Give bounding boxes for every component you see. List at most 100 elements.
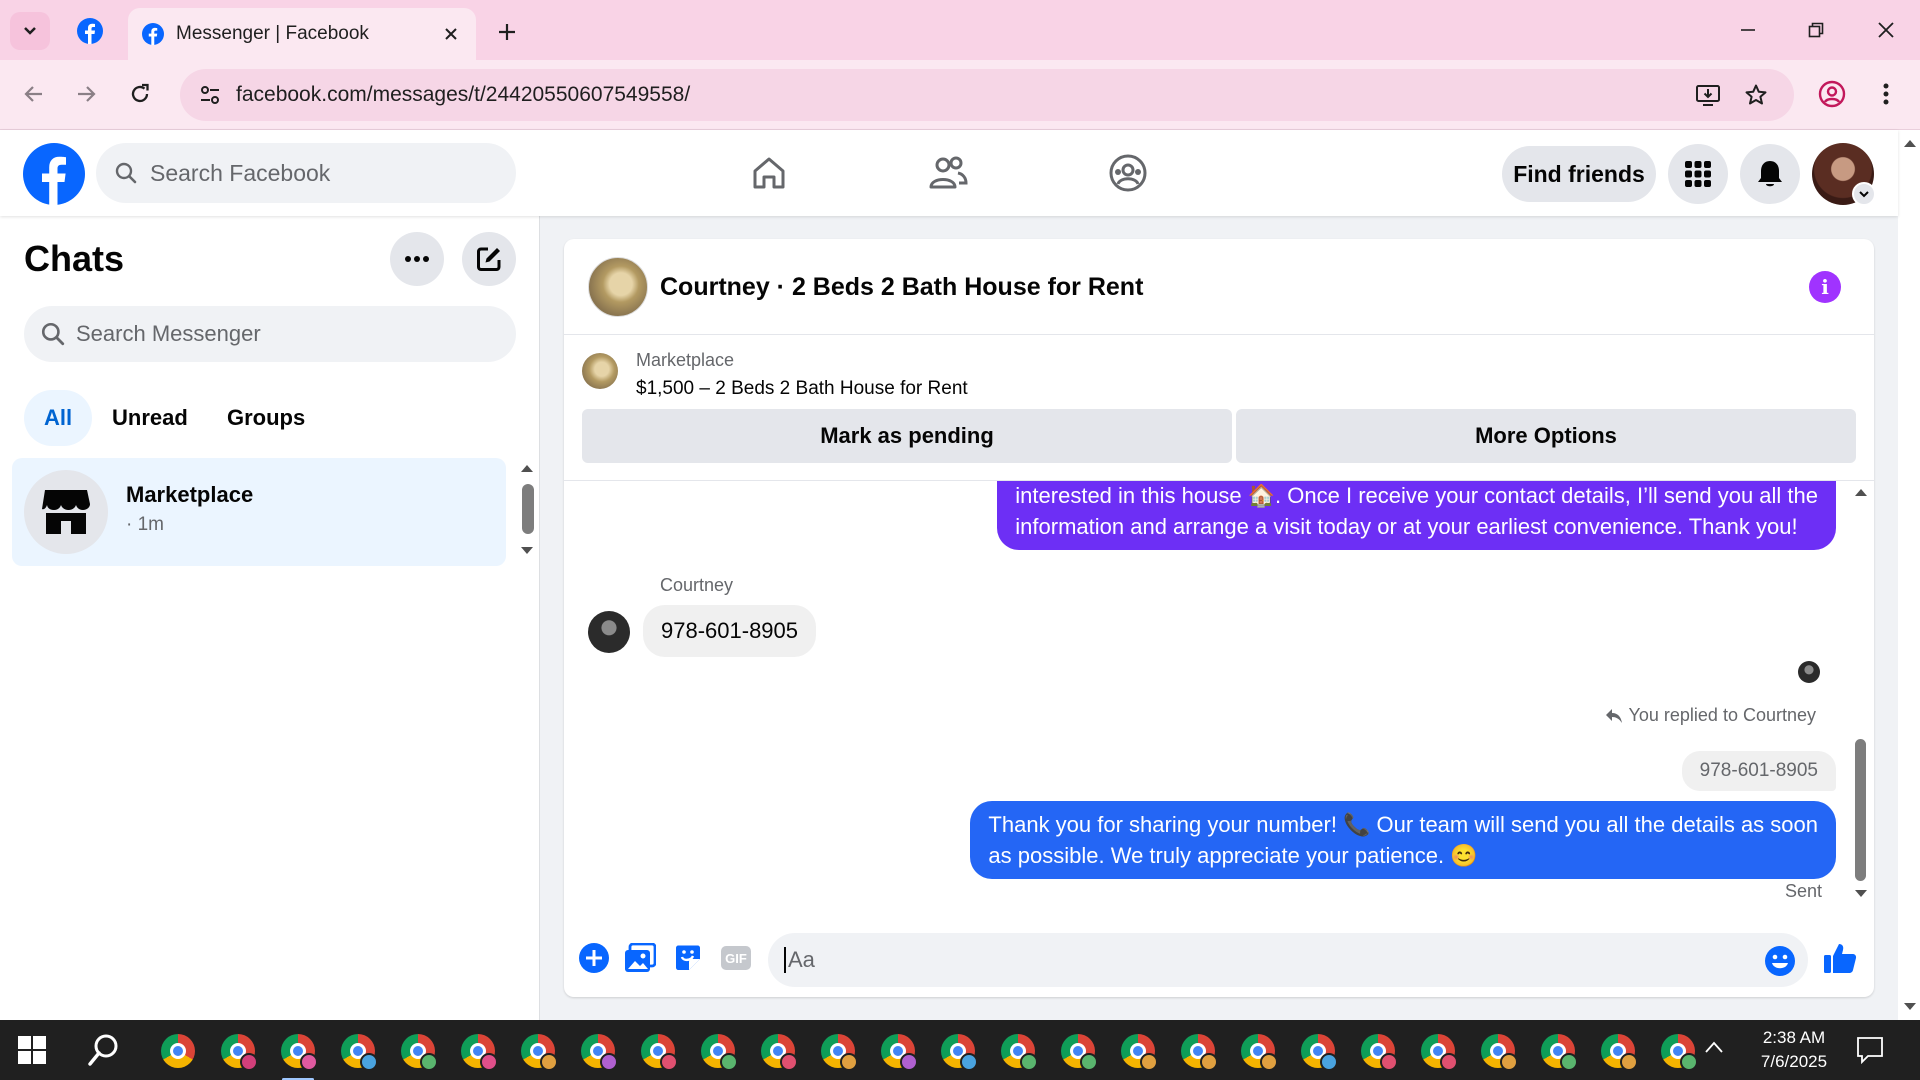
taskbar-chrome-window[interactable] [636,1029,680,1073]
groups-nav[interactable] [1100,148,1156,198]
chrome-menu-button[interactable] [1866,74,1906,114]
profile-badge-icon [1500,1053,1518,1071]
filter-all[interactable]: All [24,390,93,446]
more-options-button[interactable]: More Options [1236,409,1856,463]
taskbar-chrome-window[interactable] [1596,1029,1640,1073]
sticker-button[interactable] [670,940,706,976]
page-scrollbar[interactable] [1898,130,1920,1020]
taskbar-chrome-window[interactable] [1656,1029,1700,1073]
home-nav[interactable] [741,148,797,198]
outgoing-message[interactable]: Thank you for sharing your number! 📞 Our… [970,801,1836,879]
taskbar-chrome-window[interactable] [996,1029,1040,1073]
taskbar-chrome-window[interactable] [1536,1029,1580,1073]
site-info-button[interactable] [194,79,226,111]
taskbar-chrome-window[interactable] [456,1029,500,1073]
scroll-up-arrow-icon[interactable] [1854,487,1868,497]
conversation-avatar[interactable] [588,257,648,317]
listing-price-title[interactable]: $1,500 – 2 Beds 2 Bath House for Rent [636,378,968,400]
minimize-button[interactable] [1720,8,1776,52]
facebook-logo-icon[interactable] [23,143,85,205]
profile-badge-icon [660,1053,678,1071]
forward-button[interactable] [66,74,106,114]
emoji-button[interactable] [1764,945,1796,977]
scroll-down-arrow-icon[interactable] [1903,1002,1917,1012]
sidebar-scrollbar-thumb[interactable] [522,484,534,534]
taskbar-chrome-window[interactable] [576,1029,620,1073]
scroll-up-arrow-icon[interactable] [1903,138,1917,148]
windows-start-icon[interactable] [18,1036,46,1064]
quoted-message[interactable]: 978-601-8905 [1681,751,1836,791]
back-button[interactable] [14,74,54,114]
pinned-facebook-tab[interactable] [68,12,112,50]
taskbar-chrome-window[interactable] [1416,1029,1460,1073]
taskbar-chrome-window[interactable] [696,1029,740,1073]
outgoing-message[interactable]: interested in this house 🏠. Once I recei… [997,481,1836,550]
taskbar-chrome-window[interactable] [336,1029,380,1073]
conversation-scrollbar-thumb[interactable] [1855,739,1866,881]
message-input[interactable]: Aa [768,933,1808,987]
conversation-info-button[interactable]: i [1809,271,1841,303]
taskbar-chrome-window[interactable] [276,1029,320,1080]
notifications-button[interactable] [1740,144,1800,204]
chat-options-button[interactable] [390,232,444,286]
menu-button[interactable] [1668,144,1728,204]
taskbar-chrome-window[interactable] [1356,1029,1400,1073]
arrow-left-icon [24,86,42,102]
restore-button[interactable] [1788,8,1844,52]
taskbar-chrome-window[interactable] [396,1029,440,1073]
filter-groups[interactable]: Groups [207,390,325,446]
chrome-profile-button[interactable] [1812,74,1852,114]
messenger-search[interactable]: Search Messenger [24,306,516,362]
message-line: interested in this house 🏠. Once I recei… [1015,483,1818,508]
tab-search-button[interactable] [10,12,50,50]
taskbar-chrome-window[interactable] [1476,1029,1520,1073]
attach-photo-button[interactable] [622,940,658,976]
scroll-down-arrow-icon[interactable] [520,546,534,556]
search-icon[interactable] [86,1032,122,1068]
taskbar-chrome-window[interactable] [1296,1029,1340,1073]
active-tab[interactable]: Messenger | Facebook [128,8,476,60]
taskbar-chrome-window[interactable] [756,1029,800,1073]
sender-avatar[interactable] [588,611,630,653]
chat-list-item[interactable]: Marketplace · 1m [12,458,506,566]
find-friends-button[interactable]: Find friends [1502,146,1656,202]
account-menu-button[interactable] [1852,182,1876,206]
scroll-up-arrow-icon[interactable] [520,463,534,473]
scroll-down-arrow-icon[interactable] [1854,889,1868,899]
taskbar-chrome-window[interactable] [876,1029,920,1073]
taskbar-chrome-window[interactable] [816,1029,860,1073]
profile-icon [1818,80,1846,108]
search-icon [115,162,137,184]
taskbar-chrome-window[interactable] [516,1029,560,1073]
gif-button[interactable]: GIF [718,940,754,976]
incoming-message[interactable]: 978-601-8905 [643,605,817,657]
listing-thumbnail[interactable] [582,353,618,389]
taskbar-chrome-window[interactable] [216,1029,260,1073]
system-clock[interactable]: 2:38 AM 7/6/2025 [1748,1026,1840,1074]
taskbar-chrome-window[interactable] [1176,1029,1220,1073]
filter-unread[interactable]: Unread [92,390,208,446]
bookmark-button[interactable] [1740,79,1772,111]
chats-sidebar: Chats Search Messenger All Unread Groups… [0,216,540,1020]
reload-button[interactable] [120,74,160,114]
close-window-button[interactable] [1858,8,1914,52]
address-bar[interactable]: facebook.com/messages/t/2442055060754955… [180,69,1794,121]
notification-center-icon[interactable] [1856,1036,1884,1064]
taskbar-chrome-window[interactable] [156,1029,200,1073]
conversation-title[interactable]: Courtney · 2 Beds 2 Bath House for Rent [660,273,1143,302]
friends-nav[interactable] [920,148,976,198]
new-message-button[interactable] [462,232,516,286]
taskbar-chrome-window[interactable] [936,1029,980,1073]
mark-as-pending-button[interactable]: Mark as pending [582,409,1232,463]
install-app-button[interactable] [1692,79,1724,111]
new-tab-button[interactable] [490,15,524,49]
profile-badge-icon [960,1053,978,1071]
chevron-up-icon[interactable] [1704,1040,1724,1054]
taskbar-chrome-window[interactable] [1116,1029,1160,1073]
like-button[interactable] [1822,940,1858,976]
tab-close-button[interactable] [436,19,466,49]
more-actions-button[interactable] [576,940,612,976]
taskbar-chrome-window[interactable] [1056,1029,1100,1073]
facebook-search[interactable]: Search Facebook [96,143,516,203]
taskbar-chrome-window[interactable] [1236,1029,1280,1073]
